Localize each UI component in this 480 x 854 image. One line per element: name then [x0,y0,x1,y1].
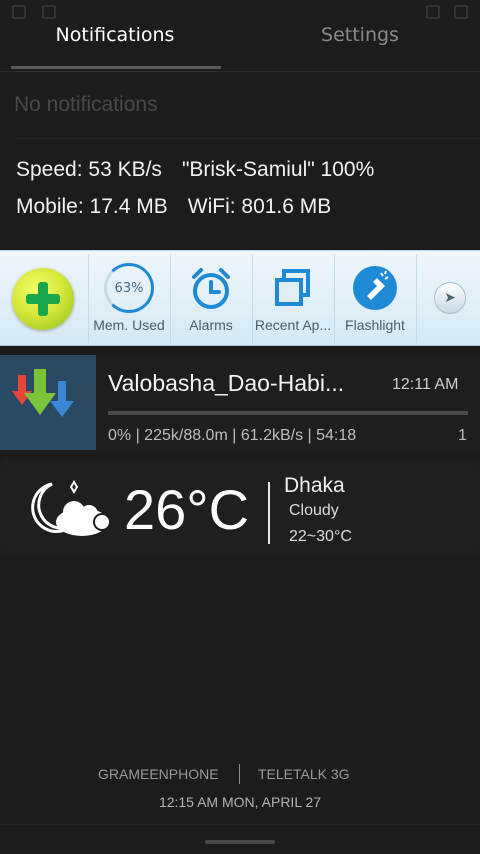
memory-gauge-icon: 63% [104,263,154,313]
alarm-clock-icon [192,268,230,309]
carrier-2: TELETALK 3G [258,766,350,782]
mobile-usage-label: Mobile: 17.4 MB [16,195,168,218]
speed-label: Speed: 53 KB/s [16,158,162,181]
wifi-usage-label: WiFi: 801.6 MB [187,195,332,218]
recent-apps-button[interactable]: Recent Ap... [252,255,332,343]
carrier-info: GRAMEENPHONE TELETALK 3G [0,764,480,786]
weather-separator [268,482,270,544]
recent-apps-icon [275,269,310,306]
flashlight-label: Flashlight [345,317,405,333]
no-notifications-text: No notifications [14,93,158,116]
tab-notifications[interactable]: Notifications [10,24,220,52]
recent-apps-label: Recent Ap... [254,317,332,333]
tab-settings[interactable]: Settings [250,24,470,52]
carrier-separator [239,764,240,784]
city-name: Dhaka [284,474,345,497]
weather-widget[interactable]: 26°C Dhaka Cloudy 22~30°C [0,460,480,555]
quick-toolbar: 63% Mem. Used Alarms Recent Ap... Flashl… [0,250,480,346]
temperature: 26°C [124,478,250,541]
cloudy-night-icon [31,480,111,536]
divider [14,138,480,139]
cleaner-plus-icon[interactable] [12,268,74,330]
date-time: 12:15 AM MON, APRIL 27 [158,794,322,810]
temperature-range: 22~30°C [289,528,352,545]
download-count: 1 [458,427,467,444]
download-stats: 0% | 225k/88.0m | 61.2kB/s | 54:18 [108,427,357,444]
chevron-right-icon[interactable]: ➤ [434,282,466,314]
speed-line: Speed: 53 KB/s "Brisk-Samiul" 100% [16,158,374,182]
flashlight-button[interactable]: Flashlight [334,255,414,343]
flashlight-icon [353,266,397,310]
drag-handle[interactable] [205,840,275,844]
data-usage-line: Mobile: 17.4 MB WiFi: 801.6 MB [16,195,331,219]
memory-percent: 63% [114,280,144,296]
alarms-button[interactable]: Alarms [170,255,250,343]
download-title: Valobasha_Dao-Habi... [108,370,345,396]
download-arrows-icon [0,355,96,450]
tab-indicator [11,66,221,69]
divider [0,824,480,825]
weather-condition: Cloudy [289,502,339,519]
alarms-label: Alarms [189,317,233,333]
memory-used-button[interactable]: 63% Mem. Used [88,255,168,343]
download-progress-bar [108,411,468,415]
tab-bar: Notifications Settings [0,0,480,72]
network-label: "Brisk-Samiul" 100% [181,158,375,181]
carrier-1: GRAMEENPHONE [98,766,219,782]
download-notification[interactable]: Valobasha_Dao-Habi... 12:11 AM 0% | 225k… [0,355,480,450]
memory-used-label: Mem. Used [93,317,165,333]
download-time: 12:11 AM [392,376,459,393]
